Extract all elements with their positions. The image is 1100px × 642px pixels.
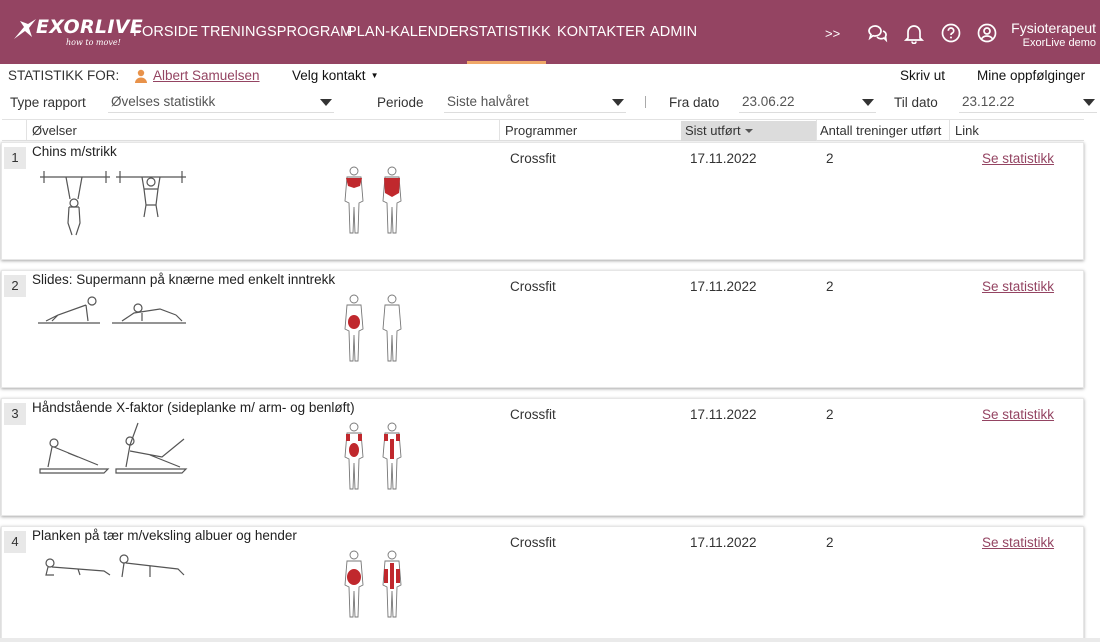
caret-down-icon: ▼	[370, 71, 379, 80]
count-cell: 2	[826, 407, 834, 422]
nav-kontakter[interactable]: KONTAKTER	[557, 24, 645, 40]
logo-text: EXORLIVE	[36, 16, 143, 38]
dropdown-arrow-icon	[612, 99, 624, 106]
table-row: 1 Chins m/strikk Crossfit 17.11.2022 2 S…	[1, 142, 1084, 260]
logo-tagline: how to move!	[66, 38, 121, 47]
table-row: 3 Håndstående X-faktor (sideplanke m/ ar…	[1, 398, 1084, 516]
my-followups-button[interactable]: Mine oppfølginger	[977, 68, 1085, 83]
top-bar: EXORLIVE how to move! FORSIDE TRENINGSPR…	[0, 0, 1100, 64]
from-date-value: 23.06.22	[742, 94, 795, 109]
column-divider	[949, 120, 950, 141]
column-divider	[816, 120, 817, 141]
last-done-cell: 17.11.2022	[690, 279, 757, 294]
bell-icon[interactable]	[903, 22, 925, 45]
column-divider	[26, 120, 27, 141]
program-cell: Crossfit	[510, 407, 556, 422]
count-cell: 2	[826, 279, 834, 294]
row-number: 3	[4, 403, 26, 425]
count-cell: 2	[826, 151, 834, 166]
choose-contact-dropdown[interactable]: Velg kontakt ▼	[292, 68, 378, 83]
col-last-done[interactable]: Sist utført	[685, 123, 753, 138]
row-number: 2	[4, 275, 26, 297]
column-divider	[499, 120, 500, 141]
context-bar: STATISTIKK FOR: Albert Samuelsen Velg ko…	[0, 64, 1100, 88]
help-icon[interactable]	[940, 22, 962, 44]
print-button[interactable]: Skriv ut	[900, 68, 945, 83]
period-label: Periode	[377, 95, 424, 110]
nav-statistikk[interactable]: STATISTIKK	[469, 24, 551, 40]
nav-treningsprogram[interactable]: TRENINGSPROGRAM	[201, 24, 352, 40]
period-select[interactable]: Siste halvåret	[444, 91, 626, 113]
user-role[interactable]: Fysioterapeut	[1011, 20, 1096, 36]
dropdown-arrow-icon	[320, 99, 332, 106]
col-programs[interactable]: Programmer	[505, 123, 577, 138]
last-done-cell: 17.11.2022	[690, 535, 757, 550]
exercise-illustration	[38, 293, 188, 336]
exercise-name[interactable]: Planken på tær m/veksling albuer og hend…	[32, 528, 297, 543]
nav-plan-kalender[interactable]: PLAN-KALENDER	[347, 24, 469, 40]
chat-icon[interactable]	[866, 22, 888, 44]
see-statistics-link[interactable]: Se statistikk	[982, 407, 1054, 422]
see-statistics-link[interactable]: Se statistikk	[982, 279, 1054, 294]
horizontal-scrollbar[interactable]	[0, 638, 1100, 642]
exercise-name[interactable]: Chins m/strikk	[32, 144, 117, 159]
period-value: Siste halvåret	[447, 94, 529, 109]
sort-desc-icon	[744, 129, 753, 133]
dropdown-arrow-icon	[1083, 99, 1095, 106]
muscle-map	[335, 165, 411, 240]
user-circle-icon[interactable]	[976, 22, 998, 44]
to-date-field[interactable]: 23.12.22	[959, 91, 1097, 113]
see-statistics-link[interactable]: Se statistikk	[982, 535, 1054, 550]
col-last-done-label: Sist utført	[685, 123, 741, 138]
col-link[interactable]: Link	[955, 123, 979, 138]
table-header: Øvelser Programmer Sist utført Antall tr…	[2, 119, 1084, 141]
count-cell: 2	[826, 535, 834, 550]
nav-forside[interactable]: FORSIDE	[133, 24, 198, 40]
exercise-illustration	[38, 165, 188, 240]
to-date-label: Til dato	[894, 95, 938, 110]
choose-contact-label: Velg kontakt	[292, 68, 366, 83]
user-org: ExorLive demo	[1022, 37, 1096, 49]
report-type-label: Type rapport	[10, 95, 86, 110]
contact-name-link[interactable]: Albert Samuelsen	[153, 68, 260, 83]
col-count[interactable]: Antall treninger utført	[820, 123, 941, 138]
row-number: 4	[4, 531, 26, 553]
table-row: 4 Planken på tær m/veksling albuer og he…	[1, 526, 1084, 642]
table-row: 2 Slides: Supermann på knærne med enkelt…	[1, 270, 1084, 388]
report-type-value: Øvelses statistikk	[111, 94, 216, 109]
see-statistics-link[interactable]: Se statistikk	[982, 151, 1054, 166]
program-cell: Crossfit	[510, 279, 556, 294]
exercise-name[interactable]: Slides: Supermann på knærne med enkelt i…	[32, 272, 335, 287]
muscle-map	[335, 421, 411, 496]
last-done-cell: 17.11.2022	[690, 407, 757, 422]
muscle-map	[335, 549, 411, 624]
person-icon	[134, 69, 148, 86]
expand-menu-button[interactable]: >>	[825, 26, 840, 41]
dropdown-arrow-icon	[862, 99, 874, 106]
program-cell: Crossfit	[510, 535, 556, 550]
from-date-label: Fra dato	[669, 95, 720, 110]
col-exercises[interactable]: Øvelser	[32, 123, 77, 138]
row-number: 1	[4, 147, 26, 169]
exercise-illustration	[38, 549, 188, 588]
exorlive-logo[interactable]: EXORLIVE how to move!	[10, 15, 143, 51]
divider	[645, 96, 646, 108]
exercise-illustration	[38, 421, 188, 480]
to-date-value: 23.12.22	[962, 94, 1015, 109]
nav-admin[interactable]: ADMIN	[650, 24, 697, 40]
report-type-select[interactable]: Øvelses statistikk	[108, 91, 334, 113]
last-done-cell: 17.11.2022	[690, 151, 757, 166]
program-cell: Crossfit	[510, 151, 556, 166]
stat-for-label: STATISTIKK FOR:	[8, 68, 120, 83]
muscle-map	[335, 293, 411, 368]
exercise-name[interactable]: Håndstående X-faktor (sideplanke m/ arm-…	[32, 400, 355, 415]
from-date-field[interactable]: 23.06.22	[739, 91, 876, 113]
